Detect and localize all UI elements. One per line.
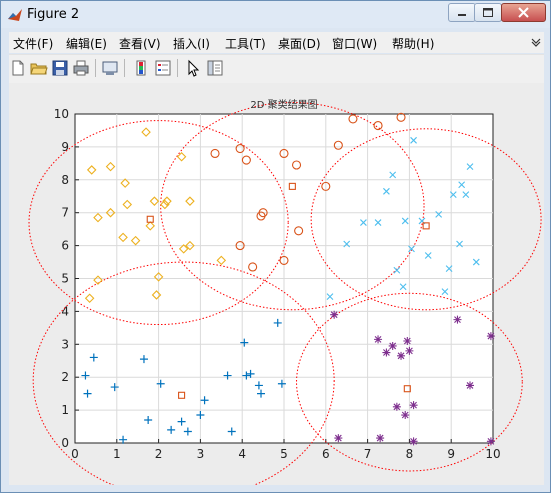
x-tick-label: 6 (322, 447, 330, 461)
y-tick-label: 4 (61, 304, 69, 318)
matlab-icon (8, 9, 22, 21)
figure-toolbar (9, 54, 544, 83)
y-tick-label: 5 (61, 272, 69, 286)
minimize-icon (458, 14, 466, 16)
y-tick-label: 10 (54, 107, 69, 121)
property-editor-icon[interactable] (206, 59, 224, 77)
close-icon (518, 7, 529, 18)
menu-tools[interactable]: 工具(T) (225, 35, 266, 52)
y-tick-label: 2 (61, 370, 69, 384)
data-point-star (397, 351, 406, 360)
select-arrow-icon[interactable] (184, 59, 202, 77)
maximize-button[interactable] (474, 3, 502, 22)
print-icon[interactable] (72, 59, 90, 77)
menu-desktop[interactable]: 桌面(D) (278, 35, 321, 52)
toolbar-separator (124, 59, 125, 77)
x-tick-label: 3 (197, 447, 205, 461)
x-tick-label: 5 (280, 447, 288, 461)
x-tick-label: 9 (447, 447, 455, 461)
link-plot-icon[interactable] (101, 59, 119, 77)
y-tick-label: 7 (61, 206, 69, 220)
menu-view[interactable]: 查看(V) (119, 35, 161, 52)
y-tick-label: 3 (61, 337, 69, 351)
figure-canvas: 0 1 2 3 4 5 6 7 8 9 10 0 1 2 3 4 5 6 7 8 9 10 2D 聚类结果图 (9, 83, 544, 485)
data-point-star (401, 411, 410, 420)
open-file-icon[interactable] (30, 59, 48, 77)
y-tick-label: 8 (61, 173, 69, 187)
data-point-star (334, 434, 343, 443)
data-point-star (486, 437, 495, 446)
data-point-star (466, 381, 475, 390)
data-point-star (409, 401, 418, 410)
x-tick-label: 7 (364, 447, 372, 461)
menu-window[interactable]: 窗口(W) (332, 35, 377, 52)
data-point-star (405, 346, 414, 355)
restore-icon (483, 8, 493, 17)
toolbar-separator (95, 59, 96, 77)
legend-icon[interactable] (154, 59, 172, 77)
data-point-star (388, 341, 397, 350)
x-tick-label: 8 (406, 447, 414, 461)
data-point-star (374, 335, 383, 344)
data-point-star (330, 310, 339, 319)
scatter-plot: 0 1 2 3 4 5 6 7 8 9 10 0 1 2 3 4 5 6 7 8 9 10 2D 聚类结果图 (28, 98, 542, 485)
close-button[interactable] (501, 3, 546, 22)
data-point-star (392, 402, 401, 411)
x-tick-label: 1 (113, 447, 121, 461)
figure-window: Figure 2 文件(F) 编辑(E) 查看(V) 插入(I) 工具(T) 桌… (0, 0, 551, 493)
title-bar[interactable]: Figure 2 (1, 1, 550, 28)
x-tick-label: 4 (238, 447, 246, 461)
data-point-star (486, 332, 495, 341)
data-point-star (409, 437, 418, 446)
menu-edit[interactable]: 编辑(E) (66, 35, 107, 52)
y-tick-label: 0 (61, 436, 69, 450)
menu-insert[interactable]: 插入(I) (173, 35, 210, 52)
x-tick-label: 0 (71, 447, 79, 461)
save-icon[interactable] (51, 59, 69, 77)
colorbar-icon[interactable] (132, 59, 150, 77)
y-tick-label: 1 (61, 403, 69, 417)
y-tick-label: 6 (61, 239, 69, 253)
data-point-star (403, 337, 412, 346)
data-point-star (453, 315, 462, 324)
window-title: Figure 2 (27, 7, 80, 22)
new-figure-icon[interactable] (9, 59, 27, 77)
menu-overflow-icon[interactable] (531, 37, 541, 47)
data-point-star (376, 434, 385, 443)
y-tick-label: 9 (61, 140, 69, 154)
x-tick-label: 2 (155, 447, 163, 461)
data-point-star (382, 348, 391, 357)
chart-title: 2D 聚类结果图 (250, 98, 317, 111)
menu-file[interactable]: 文件(F) (13, 35, 53, 52)
x-tick-label: 10 (485, 447, 500, 461)
minimize-button[interactable] (448, 3, 476, 22)
toolbar-separator (177, 59, 178, 77)
menu-help[interactable]: 帮助(H) (392, 35, 434, 52)
menu-bar: 文件(F) 编辑(E) 查看(V) 插入(I) 工具(T) 桌面(D) 窗口(W… (9, 32, 544, 53)
